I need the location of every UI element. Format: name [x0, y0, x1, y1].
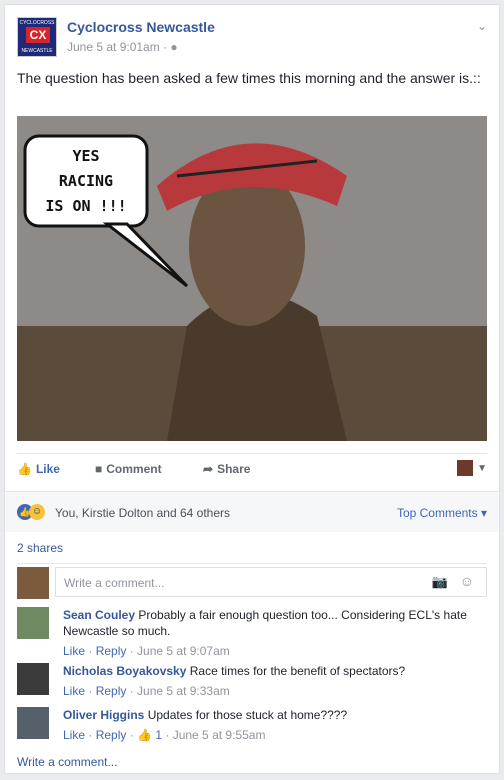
comment-text: Updates for those stuck at home???? — [147, 708, 348, 722]
post-text: The question has been asked a few times … — [17, 70, 481, 86]
write-comment-link[interactable]: Write a comment... — [17, 755, 117, 769]
share-label: Share — [217, 462, 251, 476]
comment-button[interactable]: ■ Comment — [95, 462, 162, 476]
share-button[interactable]: ➦ Share — [203, 462, 250, 476]
commenter-name[interactable]: Nicholas Boyakovsky — [63, 664, 186, 678]
top-comments-dropdown[interactable]: Top Comments ▾ — [397, 506, 487, 520]
avatar[interactable] — [17, 663, 49, 695]
commenter-name[interactable]: Sean Couley — [63, 608, 135, 622]
bubble-line-2: RACING — [59, 172, 113, 190]
comment-body: Nicholas Boyakovsky Race times for the b… — [63, 663, 487, 699]
caret-down-icon: ▾ — [477, 506, 487, 520]
reaction-icons[interactable]: 👍☺ — [17, 504, 45, 520]
thumbs-up-icon: 👍 — [17, 462, 32, 476]
page-logo[interactable]: CYCLOCROSS CX NEWCASTLE — [17, 17, 57, 57]
post-image[interactable]: YES RACING IS ON !!! — [17, 116, 487, 441]
divider — [17, 563, 487, 564]
post-card: CYCLOCROSS CX NEWCASTLE Cyclocross Newca… — [4, 4, 500, 774]
comment-time[interactable]: June 5 at 9:07am — [137, 644, 230, 658]
like-label: Like — [35, 462, 60, 476]
post-as-selector[interactable]: ▼ — [457, 460, 487, 476]
comment-likes-count[interactable]: 1 — [155, 728, 162, 742]
comment-input[interactable]: Write a comment... 📷 ☺ — [55, 567, 487, 597]
comment-icon: ■ — [95, 462, 103, 476]
page-name-link[interactable]: Cyclocross Newcastle — [67, 19, 215, 35]
avatar[interactable] — [17, 707, 49, 739]
top-comments-label: Top Comments — [396, 506, 478, 520]
comment-text: Race times for the benefit of spectators… — [189, 664, 406, 678]
comment-time[interactable]: June 5 at 9:33am — [137, 684, 230, 698]
post-timestamp[interactable]: June 5 at 9:01am — [67, 40, 160, 54]
reactions-summary[interactable]: You, Kirstie Dolton and 64 others — [55, 506, 230, 520]
avatar — [457, 460, 474, 476]
emoji-icon[interactable]: ☺ — [460, 573, 474, 589]
logo-cx-text: CX — [26, 27, 50, 43]
rider-photo-illustration: YES RACING IS ON !!! — [17, 116, 487, 441]
like-button[interactable]: 👍 Like — [17, 462, 60, 476]
share-icon: ➦ — [203, 462, 214, 476]
comment-body: Oliver Higgins Updates for those stuck a… — [63, 707, 487, 743]
post-actions: 👍 Like ■ Comment ➦ Share ▼ — [17, 453, 487, 486]
logo-top-text: CYCLOCROSS — [19, 20, 55, 26]
comment-links: Like · Reply · 👍 1 · June 5 at 9:55am — [63, 728, 266, 742]
globe-icon: ● — [170, 40, 178, 54]
comment-links: Like · Reply · June 5 at 9:33am — [63, 684, 230, 698]
chevron-down-icon[interactable]: ⌄ — [477, 19, 487, 33]
comment-input-placeholder: Write a comment... — [64, 576, 165, 590]
comment-body: Sean Couley Probably a fair enough quest… — [63, 607, 487, 659]
reactions-bar: 👍☺ You, Kirstie Dolton and 64 others Top… — [5, 491, 499, 532]
post-meta: June 5 at 9:01am · ● — [67, 40, 178, 54]
bubble-line-1: YES — [72, 147, 99, 165]
wow-reaction-icon: ☺ — [29, 504, 45, 520]
comment-time[interactable]: June 5 at 9:55am — [173, 728, 266, 742]
post-header: CYCLOCROSS CX NEWCASTLE Cyclocross Newca… — [17, 17, 487, 61]
camera-icon[interactable]: 📷 — [432, 574, 448, 590]
logo-bottom-text: NEWCASTLE — [21, 48, 53, 54]
comment-label: Comment — [106, 462, 162, 476]
caret-down-icon: ▼ — [477, 463, 487, 475]
comment-links: Like · Reply · June 5 at 9:07am — [63, 644, 230, 658]
thumbs-up-icon: 👍 — [137, 728, 152, 742]
avatar[interactable] — [17, 607, 49, 639]
avatar — [17, 567, 49, 599]
comment-like-link[interactable]: Like — [63, 644, 85, 658]
comment-reply-link[interactable]: Reply — [96, 644, 127, 658]
comment-like-link[interactable]: Like — [63, 728, 85, 742]
bubble-line-3: IS ON !!! — [45, 197, 126, 215]
comment-reply-link[interactable]: Reply — [96, 684, 127, 698]
comment-like-link[interactable]: Like — [63, 684, 85, 698]
shares-count-link[interactable]: 2 shares — [17, 541, 63, 555]
comment-reply-link[interactable]: Reply — [96, 728, 127, 742]
commenter-name[interactable]: Oliver Higgins — [63, 708, 144, 722]
